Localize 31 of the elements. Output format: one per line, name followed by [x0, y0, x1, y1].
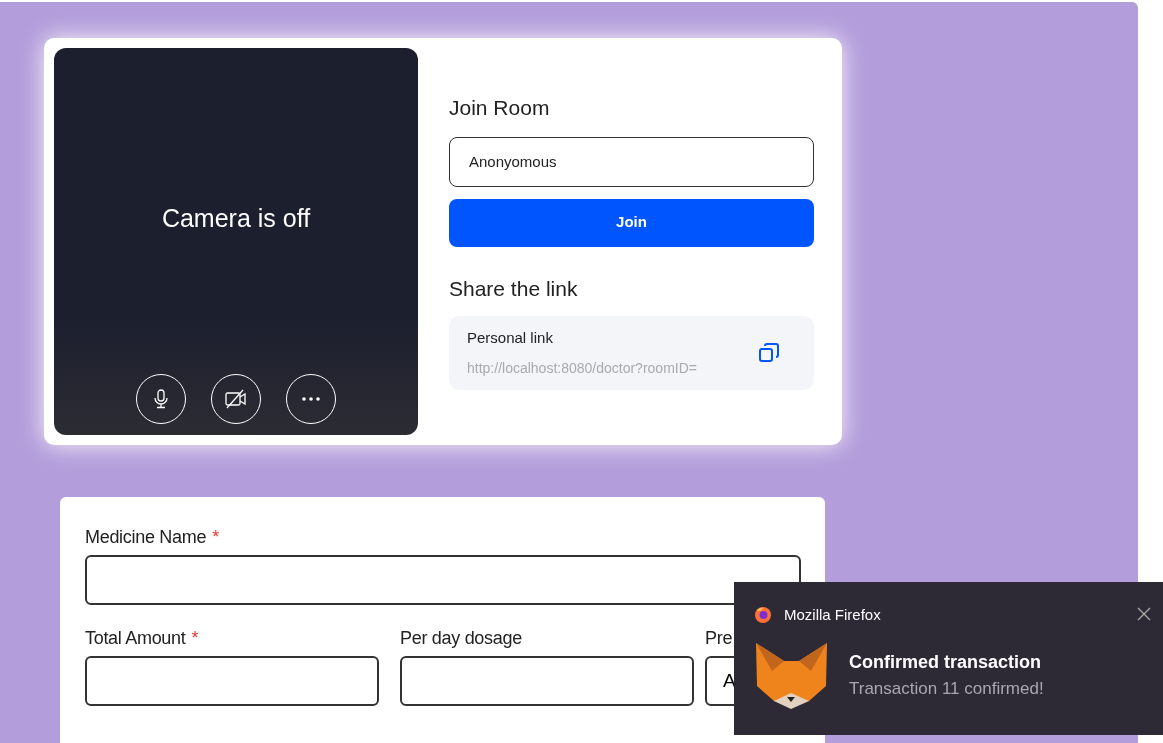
camera-status-text: Camera is off [161, 203, 311, 235]
join-button[interactable]: Join [449, 198, 814, 247]
copy-button[interactable] [758, 342, 780, 364]
share-link-title: Share the link [449, 275, 579, 302]
field-label: Pre [705, 627, 733, 650]
notification-message: Transaction 11 confirmed! [849, 678, 1044, 701]
required-mark: * [191, 627, 199, 650]
notification-title: Confirmed transaction [849, 651, 1043, 675]
name-input[interactable]: Anonyomous [449, 136, 814, 187]
camera-off-icon [224, 389, 248, 409]
close-button[interactable] [1137, 606, 1153, 622]
copy-icon [759, 343, 779, 363]
link-text: http://localhost:8080/doctor?roomID= [467, 358, 698, 378]
text-input[interactable] [85, 656, 379, 706]
mic-button[interactable] [136, 374, 186, 424]
field-label: Medicine Name [85, 526, 207, 549]
browser-logo-icon [754, 606, 772, 625]
microphone-icon [152, 389, 170, 409]
close-icon [1137, 607, 1151, 621]
field-label: Per day dosage [400, 627, 522, 650]
link-label: Personal link [467, 328, 554, 349]
more-icon [302, 397, 320, 401]
field-label: Total Amount [85, 627, 186, 650]
required-mark: * [212, 526, 219, 549]
text-input[interactable] [85, 555, 801, 605]
more-button[interactable] [286, 374, 336, 424]
app-name: Mozilla Firefox [784, 605, 881, 625]
text-input[interactable] [400, 656, 694, 706]
join-room-title: Join Room [449, 95, 551, 121]
fox-icon [754, 640, 829, 711]
camera-off-button[interactable] [211, 374, 261, 424]
